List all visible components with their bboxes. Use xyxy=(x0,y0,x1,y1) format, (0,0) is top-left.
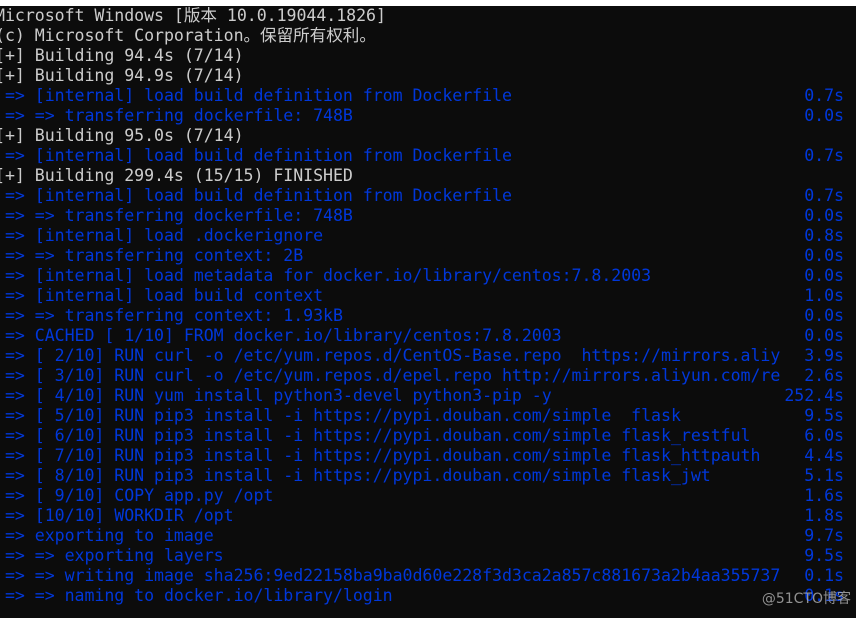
line-text: => CACHED [ 1/10] FROM docker.io/library… xyxy=(0,326,562,345)
terminal-line: Microsoft Windows [版本 10.0.19044.1826] xyxy=(0,6,856,26)
terminal-window[interactable]: Microsoft Windows [版本 10.0.19044.1826] (c… xyxy=(0,6,856,618)
step-duration: 0.7s xyxy=(804,146,844,165)
line-text: => => transferring context: 2B xyxy=(0,246,304,265)
terminal-line: [+] Building 299.4s (15/15) FINISHED xyxy=(0,166,856,186)
line-text: => => naming to docker.io/library/login xyxy=(0,586,393,605)
step-duration: 9.7s xyxy=(804,526,844,545)
terminal-line: => [internal] load .dockerignore 0.8s xyxy=(0,226,856,246)
terminal-line: => [internal] load metadata for docker.i… xyxy=(0,266,856,286)
line-text: => [ 2/10] RUN curl -o /etc/yum.repos.d/… xyxy=(0,346,781,365)
step-duration: 0.1s xyxy=(804,566,844,585)
terminal-line: => [internal] load build definition from… xyxy=(0,186,856,206)
terminal-line: => CACHED [ 1/10] FROM docker.io/library… xyxy=(0,326,856,346)
terminal-line: => [ 2/10] RUN curl -o /etc/yum.repos.d/… xyxy=(0,346,856,366)
line-text: [+] Building 94.4s (7/14) xyxy=(0,46,244,65)
line-text: => => transferring dockerfile: 748B xyxy=(0,206,353,225)
terminal-line: => exporting to image 9.7s xyxy=(0,526,856,546)
terminal-line: => => writing image sha256:9ed22158ba9ba… xyxy=(0,566,856,586)
terminal-line: => => naming to docker.io/library/login 0… xyxy=(0,586,856,606)
step-duration: 252.4s xyxy=(784,386,844,405)
line-text: => [internal] load metadata for docker.i… xyxy=(0,266,652,285)
terminal-line: => [10/10] WORKDIR /opt 1.8s xyxy=(0,506,856,526)
line-text: => [ 6/10] RUN pip3 install -i https://p… xyxy=(0,426,751,445)
line-text: => => writing image sha256:9ed22158ba9ba… xyxy=(0,566,781,585)
step-duration: 2.6s xyxy=(804,366,844,385)
step-duration: 4.4s xyxy=(804,446,844,465)
terminal-line: (c) Microsoft Corporation。保留所有权利。 xyxy=(0,26,856,46)
step-duration: 0.0s xyxy=(804,246,844,265)
terminal-line: => => transferring dockerfile: 748B 0.0s xyxy=(0,106,856,126)
line-text: => [ 5/10] RUN pip3 install -i https://p… xyxy=(0,406,681,425)
step-duration: 0.7s xyxy=(804,186,844,205)
step-duration: 0.0s xyxy=(804,206,844,225)
step-duration: 3.9s xyxy=(804,346,844,365)
line-text: => [internal] load build definition from… xyxy=(0,186,512,205)
step-duration: 1.0s xyxy=(804,286,844,305)
terminal-line: => [ 4/10] RUN yum install python3-devel… xyxy=(0,386,856,406)
watermark: @51CTO博客 xyxy=(761,591,851,607)
line-text: => [ 4/10] RUN yum install python3-devel… xyxy=(0,386,552,405)
line-text: Microsoft Windows [版本 10.0.19044.1826] xyxy=(0,6,386,25)
terminal-line: => [internal] load build definition from… xyxy=(0,86,856,106)
step-duration: 0.0s xyxy=(804,266,844,285)
step-duration: 5.1s xyxy=(804,466,844,485)
terminal-line: => => transferring context: 2B 0.0s xyxy=(0,246,856,266)
terminal-line: => => transferring context: 1.93kB 0.0s xyxy=(0,306,856,326)
step-duration: 9.5s xyxy=(804,546,844,565)
line-text: => => transferring dockerfile: 748B xyxy=(0,106,353,125)
terminal-line: => [internal] load build context 1.0s xyxy=(0,286,856,306)
line-text: => [ 8/10] RUN pip3 install -i https://p… xyxy=(0,466,711,485)
step-duration: 0.7s xyxy=(804,86,844,105)
terminal-line: => [ 3/10] RUN curl -o /etc/yum.repos.d/… xyxy=(0,366,856,386)
line-text: => [ 9/10] COPY app.py /opt xyxy=(0,486,274,505)
terminal-line: => [ 5/10] RUN pip3 install -i https://p… xyxy=(0,406,856,426)
line-text: => [ 3/10] RUN curl -o /etc/yum.repos.d/… xyxy=(0,366,781,385)
step-duration: 9.5s xyxy=(804,406,844,425)
terminal-line: => [ 7/10] RUN pip3 install -i https://p… xyxy=(0,446,856,466)
step-duration: 1.6s xyxy=(804,486,844,505)
line-text: => => exporting layers xyxy=(0,546,224,565)
terminal-line: => [ 9/10] COPY app.py /opt 1.6s xyxy=(0,486,856,506)
line-text: => [10/10] WORKDIR /opt xyxy=(0,506,234,525)
line-text: => [internal] load .dockerignore xyxy=(0,226,324,245)
line-text: => [internal] load build context xyxy=(0,286,324,305)
terminal-line: => => transferring dockerfile: 748B 0.0s xyxy=(0,206,856,226)
terminal-line: => [ 6/10] RUN pip3 install -i https://p… xyxy=(0,426,856,446)
step-duration: 0.0s xyxy=(804,306,844,325)
line-text: [+] Building 95.0s (7/14) xyxy=(0,126,244,145)
line-text: [+] Building 299.4s (15/15) FINISHED xyxy=(0,166,353,185)
terminal-line: [+] Building 94.4s (7/14) xyxy=(0,46,856,66)
line-text: (c) Microsoft Corporation。保留所有权利。 xyxy=(0,26,376,45)
terminal-line: => => exporting layers 9.5s xyxy=(0,546,856,566)
step-duration: 0.0s xyxy=(804,326,844,345)
line-text: => [internal] load build definition from… xyxy=(0,86,512,105)
step-duration: 1.8s xyxy=(804,506,844,525)
line-text: => [internal] load build definition from… xyxy=(0,146,512,165)
step-duration: 6.0s xyxy=(804,426,844,445)
terminal-line: [+] Building 94.9s (7/14) xyxy=(0,66,856,86)
line-text: [+] Building 94.9s (7/14) xyxy=(0,66,244,85)
terminal-line: => [ 8/10] RUN pip3 install -i https://p… xyxy=(0,466,856,486)
line-text: => => transferring context: 1.93kB xyxy=(0,306,343,325)
line-text: => exporting to image xyxy=(0,526,214,545)
terminal-line: => [internal] load build definition from… xyxy=(0,146,856,166)
step-duration: 0.8s xyxy=(804,226,844,245)
step-duration: 0.0s xyxy=(804,106,844,125)
terminal-line: [+] Building 95.0s (7/14) xyxy=(0,126,856,146)
line-text: => [ 7/10] RUN pip3 install -i https://p… xyxy=(0,446,761,465)
